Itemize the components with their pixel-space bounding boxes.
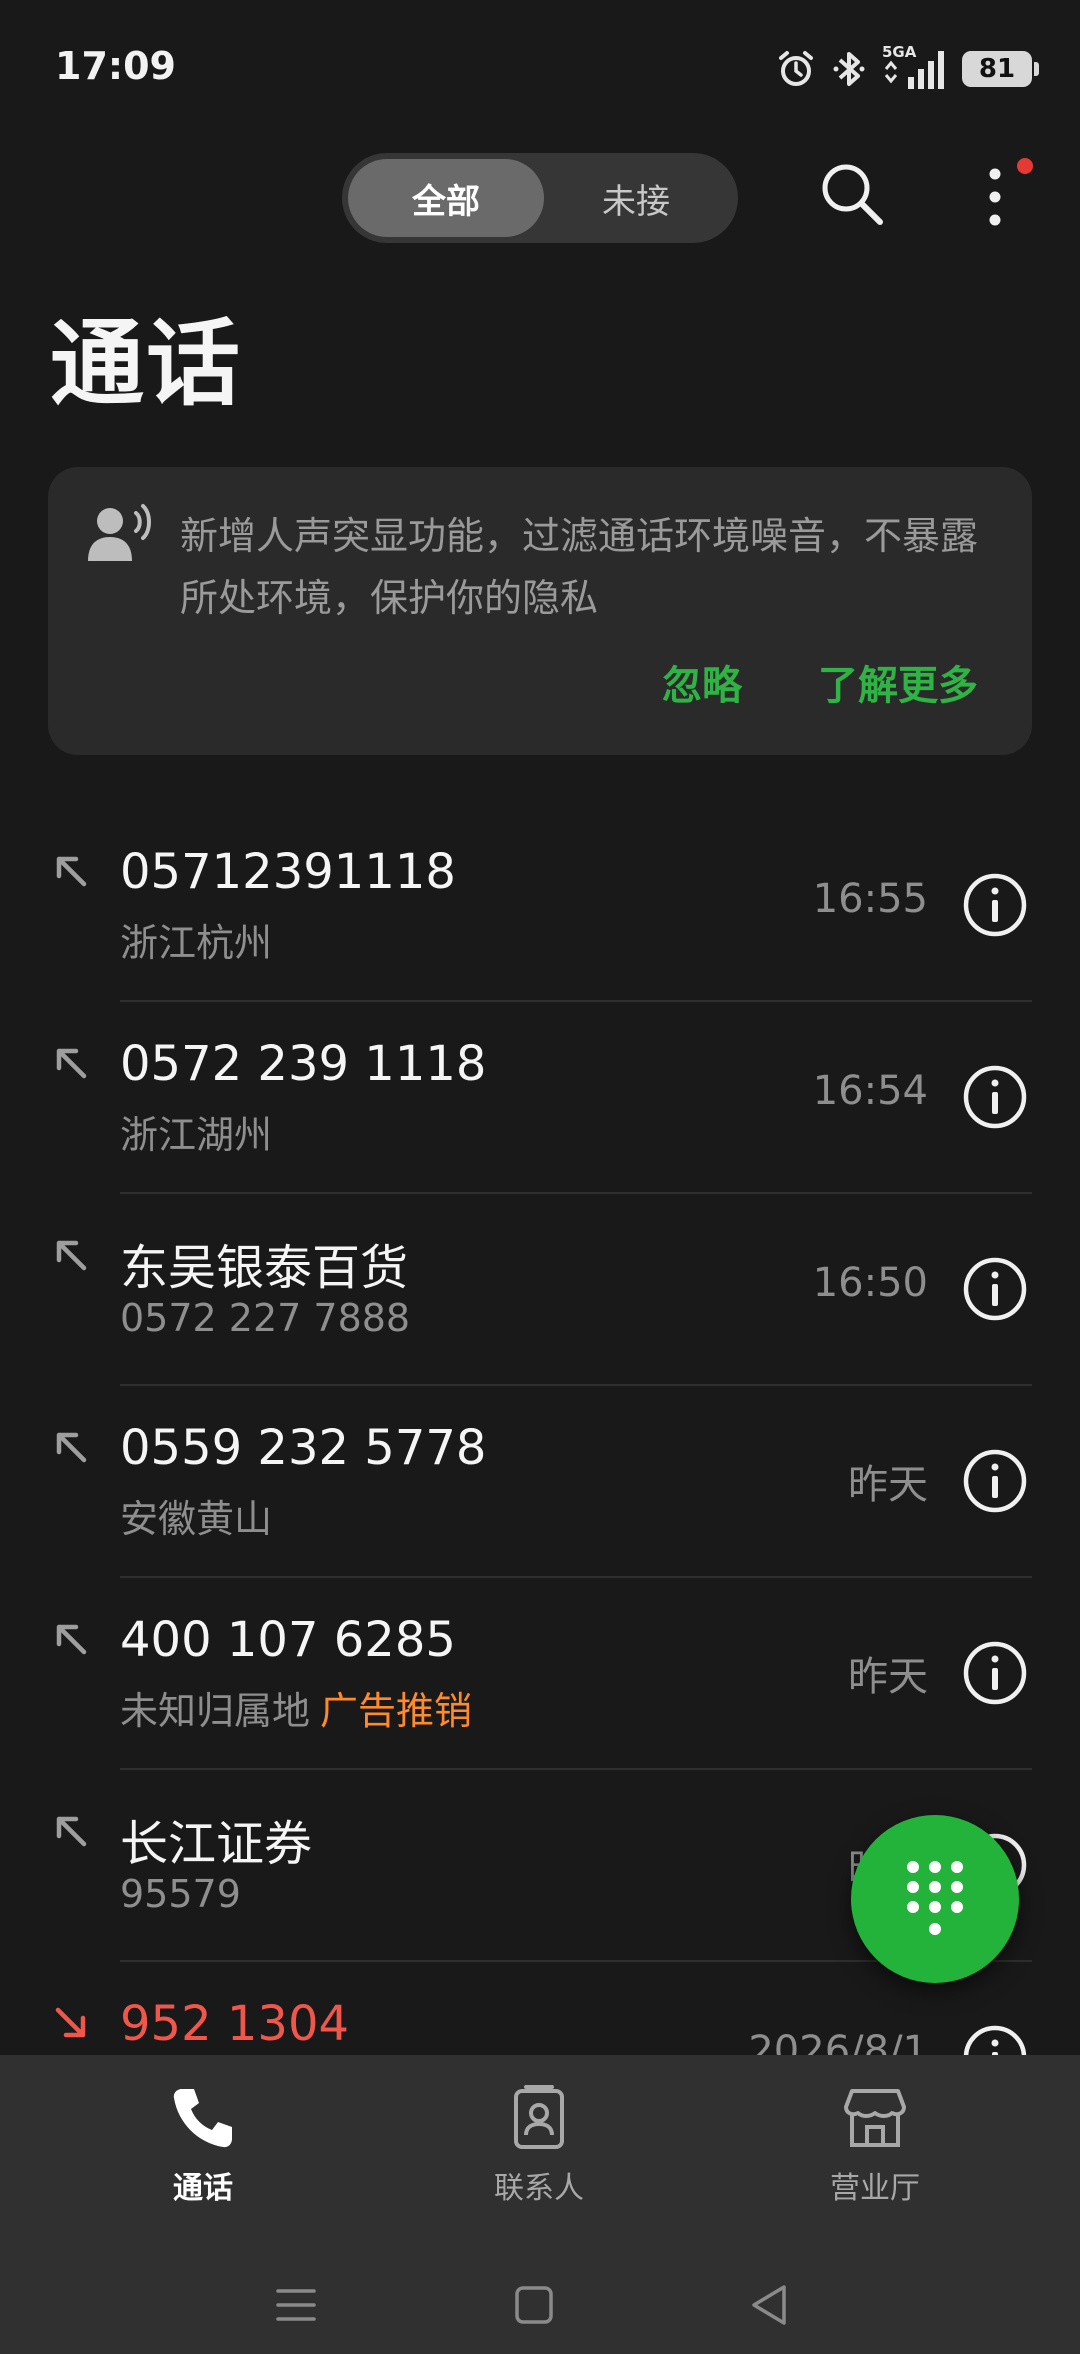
search-button[interactable]: [818, 160, 886, 228]
status-time: 17:09: [55, 44, 176, 88]
more-vertical-icon: [989, 168, 1001, 226]
back-icon[interactable]: [750, 2265, 790, 2345]
call-location: 95579: [120, 1872, 241, 1916]
outgoing-call-icon: [56, 1048, 87, 1079]
nav-item-calls[interactable]: 通话: [93, 2083, 313, 2233]
ignore-button[interactable]: 忽略: [662, 653, 742, 711]
call-location: 安徽黄山: [120, 1488, 272, 1543]
call-subtitle: 安徽黄山: [120, 1497, 273, 1541]
call-filter-toggle: 全部 未接: [342, 153, 738, 243]
signal-indicator: 5GA: [882, 43, 946, 91]
call-time: 昨天: [848, 1462, 928, 1508]
call-name: 东吴银泰百货: [120, 1240, 409, 1296]
call-name: 05712391118: [120, 844, 456, 900]
call-info-button[interactable]: [962, 1448, 1028, 1514]
nav-label: 营业厅: [830, 2171, 920, 2206]
nav-item-contacts[interactable]: 联系人: [429, 2083, 649, 2233]
outgoing-call-icon: [56, 856, 87, 887]
call-name: 0559 232 5778: [120, 1420, 487, 1476]
tab-all[interactable]: 全部: [348, 159, 544, 237]
call-log-row[interactable]: 0559 232 5778 安徽黄山 昨天: [0, 1386, 1080, 1578]
call-location: 浙江杭州: [120, 912, 272, 967]
call-subtitle: 0572 227 7888: [120, 1296, 411, 1340]
battery-level: 81: [978, 54, 1016, 84]
call-info-button[interactable]: [962, 1256, 1028, 1322]
outgoing-call-icon: [56, 1816, 87, 1847]
battery-indicator: 81: [962, 51, 1039, 87]
store-icon: [844, 2089, 906, 2147]
notification-dot: [1017, 158, 1033, 174]
tab-missed[interactable]: 未接: [538, 159, 734, 237]
call-name: 400 107 6285: [120, 1612, 456, 1668]
search-icon: [822, 164, 883, 225]
dialpad-icon: [907, 1861, 963, 1935]
status-bar: 17:09 5GA 81: [0, 0, 1080, 140]
call-subtitle: 未知归属地: [120, 1689, 311, 1733]
call-name: 952 1304: [120, 1996, 350, 2052]
call-time: 2026/8/1: [748, 2028, 928, 2055]
call-log-row[interactable]: 东吴银泰百货 0572 227 7888 16:50: [0, 1194, 1080, 1386]
call-subtitle: 浙江杭州: [120, 921, 273, 965]
call-name: 长江证券: [120, 1816, 313, 1872]
nav-label: 通话: [173, 2171, 233, 2206]
bottom-navigation: 通话 联系人 营业厅: [0, 2055, 1080, 2354]
recent-apps-icon[interactable]: [276, 2265, 316, 2345]
call-info-button[interactable]: [962, 2024, 1028, 2055]
call-log-row[interactable]: 0572 239 1118 浙江湖州 16:54: [0, 1002, 1080, 1194]
more-options-button[interactable]: [975, 160, 1015, 234]
dialpad-button[interactable]: [851, 1815, 1019, 1983]
status-icons: 5GA 81: [776, 43, 1039, 94]
call-log-row[interactable]: 05712391118 浙江杭州 16:55: [0, 810, 1080, 1002]
outgoing-call-icon: [56, 1432, 87, 1463]
alarm-icon: [779, 51, 813, 86]
bluetooth-icon: [833, 52, 865, 86]
feature-tip-card: 新增人声突显功能，过滤通话环境噪音，不暴露所处环境，保护你的隐私 忽略 了解更多: [48, 467, 1032, 755]
missed-call-icon: [55, 2007, 86, 2038]
signal-icon: [884, 51, 944, 89]
call-info-button[interactable]: [962, 872, 1028, 938]
call-location: 0572 227 7888: [120, 1296, 410, 1340]
nav-item-service-hall[interactable]: 营业厅: [765, 2083, 985, 2233]
system-navigation-bar: [0, 2265, 1080, 2345]
call-time: 16:55: [812, 876, 928, 922]
home-icon[interactable]: [514, 2265, 554, 2345]
outgoing-call-icon: [56, 1240, 87, 1271]
call-log-row[interactable]: 400 107 6285 未知归属地 广告推销 昨天: [0, 1578, 1080, 1770]
call-location: 浙江湖州: [120, 1104, 272, 1159]
call-subtitle: 95579: [120, 1872, 241, 1916]
tip-message: 新增人声突显功能，过滤通话环境噪音，不暴露所处环境，保护你的隐私: [180, 514, 979, 620]
voice-focus-icon: [88, 504, 151, 561]
learn-more-button[interactable]: 了解更多: [818, 653, 978, 711]
call-location: 未知归属地 广告推销: [120, 1680, 472, 1735]
call-time: 16:50: [812, 1260, 928, 1306]
spam-tag: 广告推销: [320, 1689, 473, 1733]
call-time: 16:54: [812, 1068, 928, 1114]
contacts-icon: [514, 2085, 564, 2149]
call-info-button[interactable]: [962, 1640, 1028, 1706]
call-time: 昨天: [848, 1654, 928, 1700]
outgoing-call-icon: [56, 1624, 87, 1655]
call-subtitle: 浙江湖州: [120, 1113, 273, 1157]
nav-label: 联系人: [494, 2171, 584, 2206]
call-name: 0572 239 1118: [120, 1036, 487, 1092]
page-title: 通话: [50, 310, 243, 419]
phone-icon: [173, 2089, 232, 2148]
call-info-button[interactable]: [962, 1064, 1028, 1130]
